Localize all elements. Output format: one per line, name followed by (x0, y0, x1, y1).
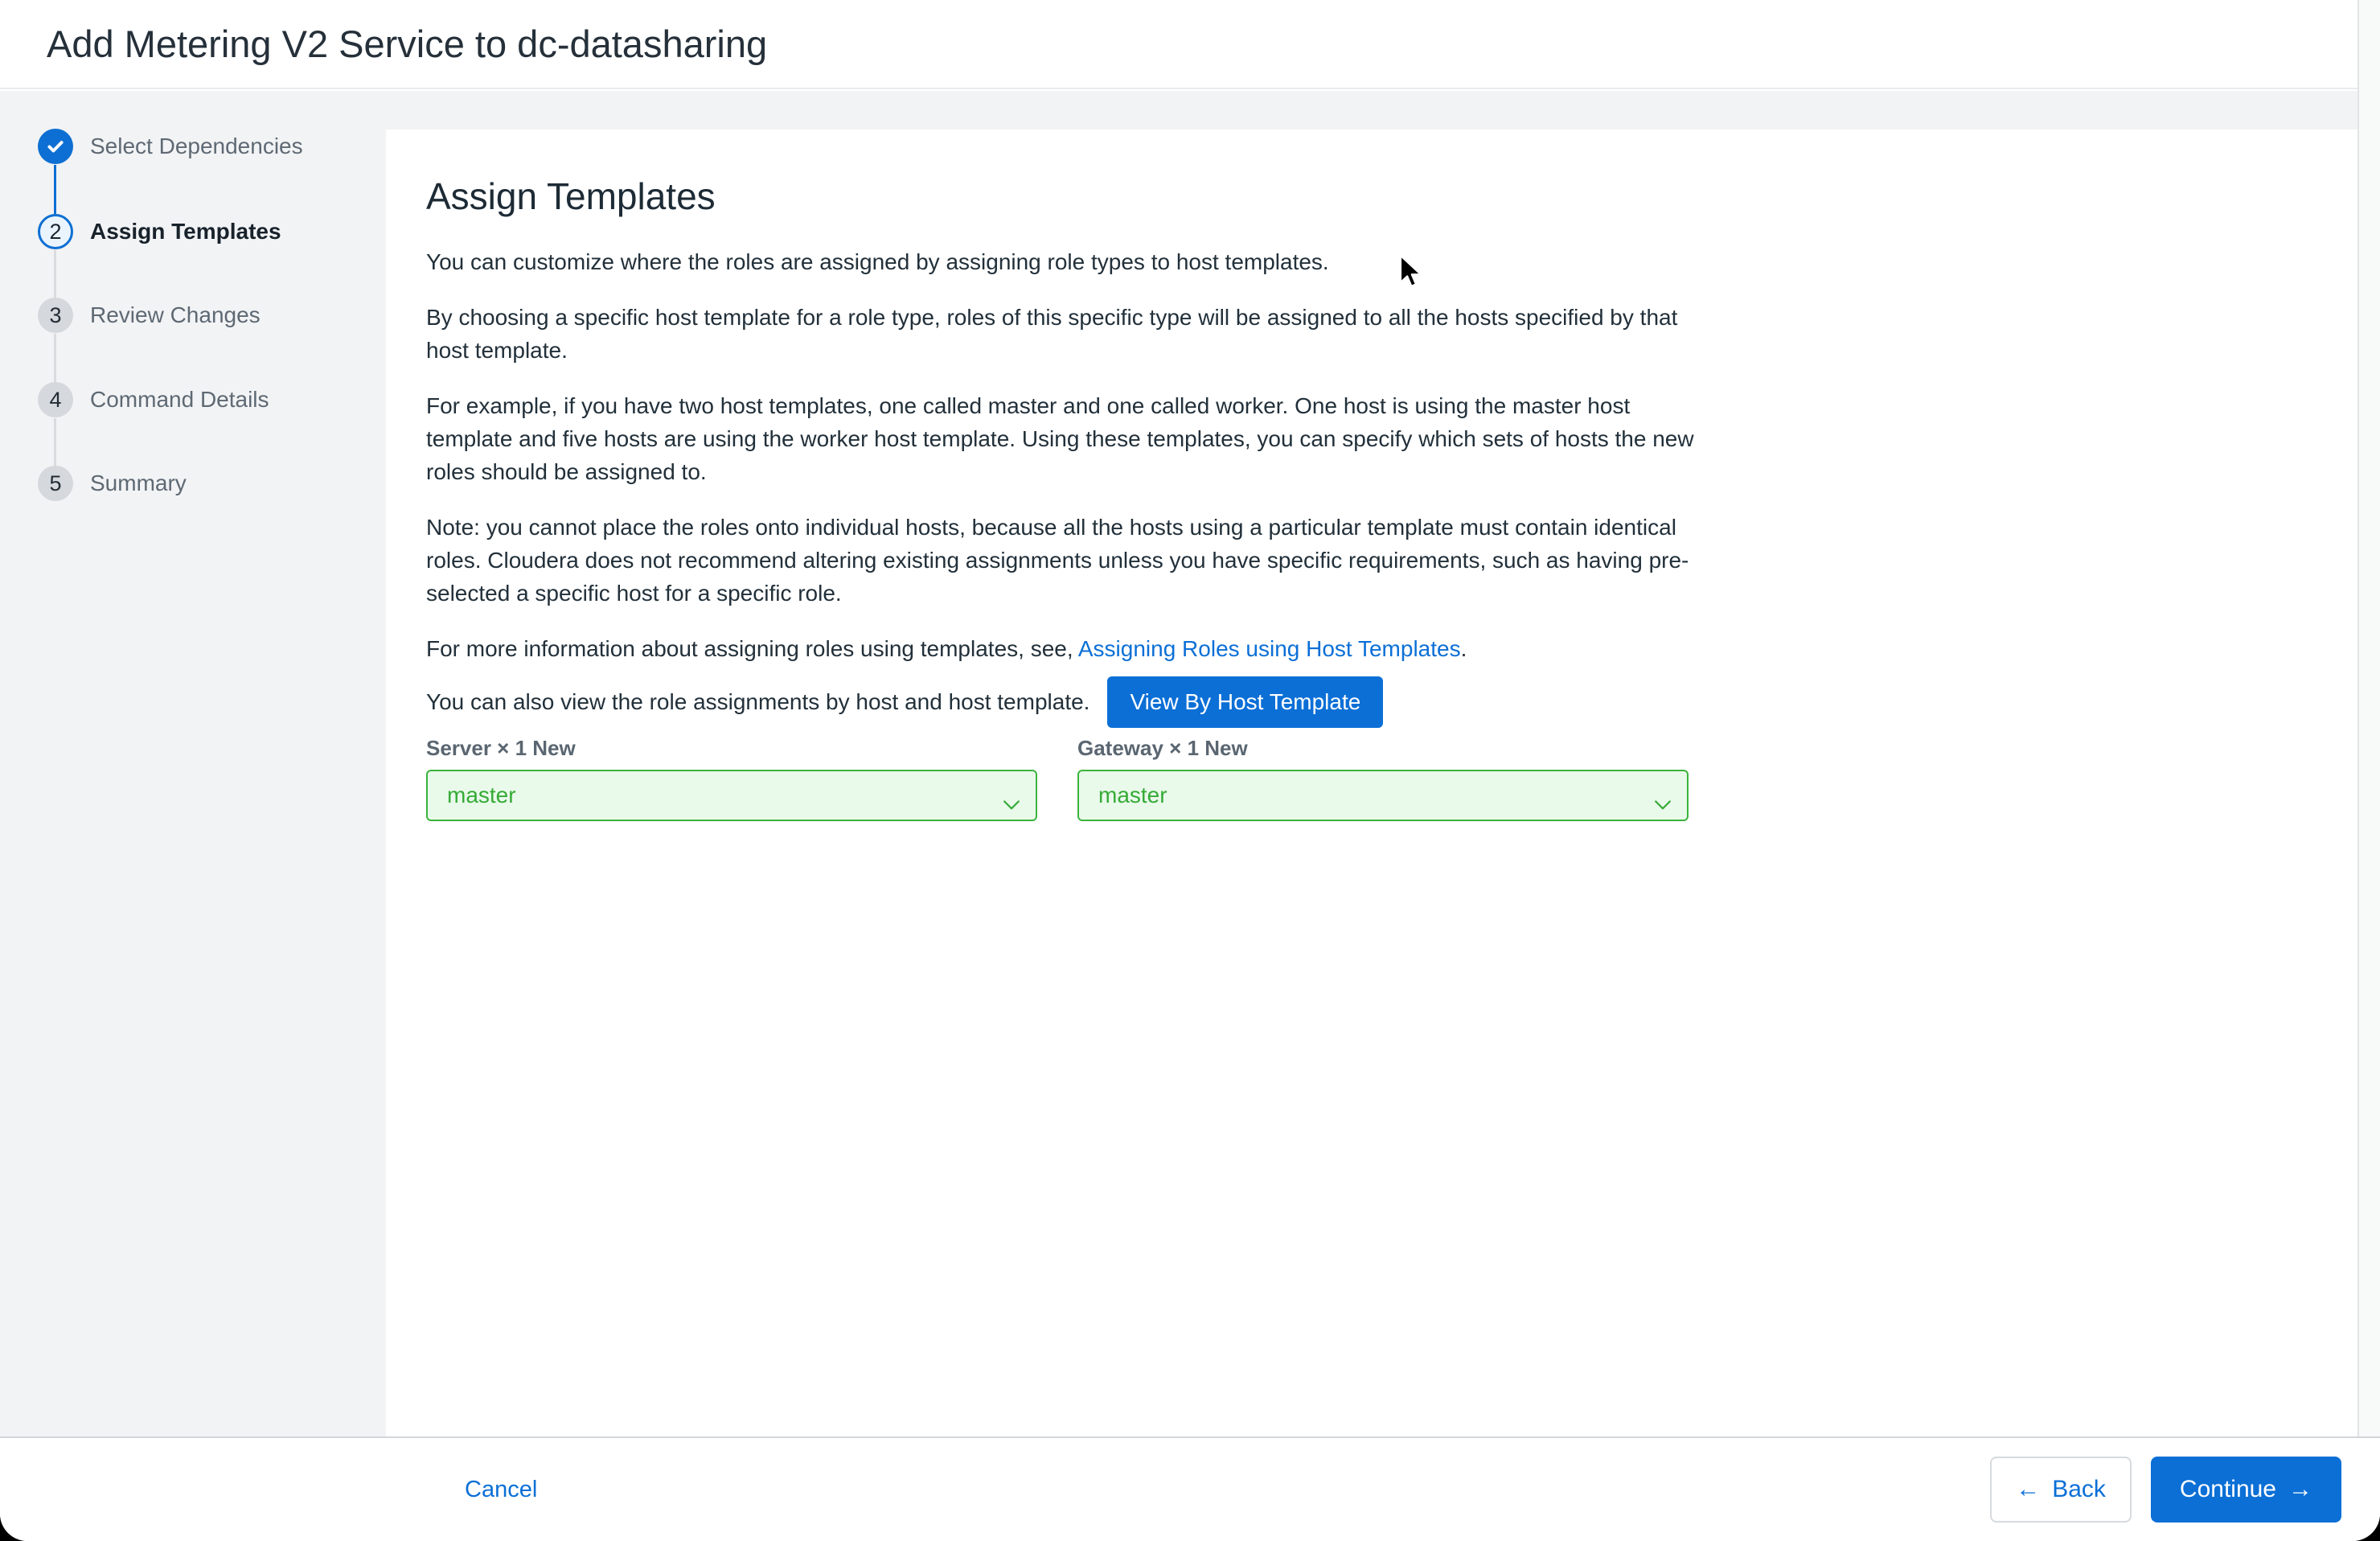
step-number-badge: 4 (38, 382, 73, 417)
page-title: Add Metering V2 Service to dc-datasharin… (47, 22, 767, 66)
left-arrow-icon: ← (2016, 1476, 2040, 1503)
more-info-paragraph: For more information about assigning rol… (426, 632, 1825, 665)
server-template-select[interactable]: master (426, 770, 1037, 821)
step-done-check-icon (38, 129, 73, 164)
step-label: Select Dependencies (90, 134, 303, 159)
step-number-badge: 5 (38, 466, 73, 501)
more-info-period: . (1461, 636, 1467, 661)
step-label: Command Details (90, 387, 269, 413)
choose-template-paragraph: By choosing a specific host template for… (426, 301, 1825, 367)
intro-paragraph: You can customize where the roles are as… (426, 245, 1825, 278)
more-info-text: For more information about assigning rol… (426, 636, 1078, 661)
step-number-badge: 3 (38, 298, 73, 333)
back-button-label: Back (2052, 1476, 2106, 1503)
continue-button[interactable]: Continue → (2151, 1457, 2341, 1523)
wizard-header: Add Metering V2 Service to dc-datasharin… (0, 0, 2357, 89)
step-label: Summary (90, 471, 187, 496)
wizard-footer: Cancel ← Back Continue → (0, 1436, 2380, 1541)
section-heading: Assign Templates (426, 175, 1833, 218)
view-by-host-template-button[interactable]: View By Host Template (1107, 676, 1383, 728)
content-panel: Assign Templates You can customize where… (386, 129, 2357, 1436)
gateway-template-value: master (1098, 783, 1167, 808)
step-connector (54, 418, 56, 466)
step-review-changes: 3 Review Changes (38, 298, 261, 333)
continue-button-label: Continue (2180, 1476, 2276, 1503)
step-number-badge: 2 (38, 214, 73, 249)
server-assignment-column: Server × 1 New master (426, 736, 1037, 821)
gateway-assignment-column: Gateway × 1 New master (1077, 736, 1689, 821)
chevron-down-icon (1003, 791, 1020, 816)
example-paragraph: For example, if you have two host templa… (426, 389, 1825, 488)
view-by-host-sentence: You can also view the role assignments b… (426, 689, 1089, 715)
step-connector (54, 250, 56, 298)
step-connector (54, 165, 56, 214)
server-template-value: master (447, 783, 516, 808)
gateway-role-label: Gateway × 1 New (1077, 736, 1689, 761)
step-label: Assign Templates (90, 219, 281, 245)
step-assign-templates[interactable]: 2 Assign Templates (38, 214, 281, 249)
wizard-step-list: Select Dependencies 2 Assign Templates 3… (0, 90, 386, 1436)
role-assignment-grid: Server × 1 New master Gateway × 1 New ma… (426, 736, 1833, 821)
note-paragraph: Note: you cannot place the roles onto in… (426, 511, 1825, 610)
gateway-template-select[interactable]: master (1077, 770, 1689, 821)
view-by-host-row: You can also view the role assignments b… (426, 676, 1833, 728)
step-label: Review Changes (90, 302, 261, 328)
footer-actions: ← Back Continue → (1990, 1457, 2341, 1523)
right-arrow-icon: → (2288, 1476, 2312, 1503)
step-command-details: 4 Command Details (38, 382, 269, 417)
server-role-label: Server × 1 New (426, 736, 1037, 761)
step-select-dependencies[interactable]: Select Dependencies (38, 129, 303, 164)
cancel-link[interactable]: Cancel (465, 1477, 537, 1503)
wizard-window: Add Metering V2 Service to dc-datasharin… (0, 0, 2380, 1541)
vertical-scrollbar[interactable] (2357, 0, 2380, 1436)
back-button[interactable]: ← Back (1990, 1457, 2132, 1523)
chevron-down-icon (1655, 791, 1671, 816)
assigning-roles-link[interactable]: Assigning Roles using Host Templates (1078, 636, 1461, 661)
step-summary: 5 Summary (38, 466, 187, 501)
step-connector (54, 334, 56, 382)
